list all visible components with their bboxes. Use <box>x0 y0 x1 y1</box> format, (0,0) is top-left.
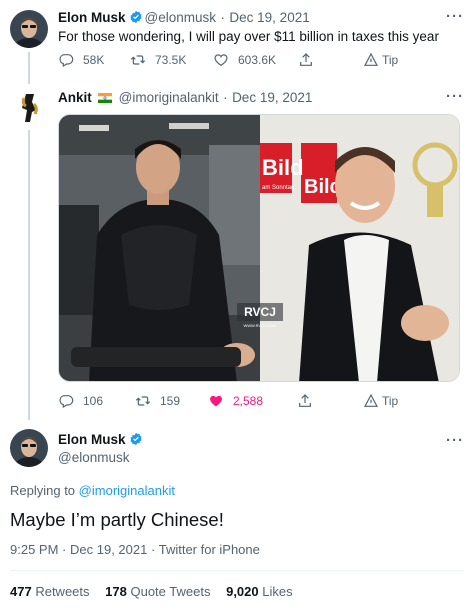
like-count: 603.6K <box>238 53 277 67</box>
retweet-button[interactable]: 73.5K <box>130 52 186 68</box>
focused-tweet-meta: 9:25 PM · Dec 19, 2021 · Twitter for iPh… <box>10 542 260 557</box>
bild-sign-subtext: am Sonntag <box>262 185 294 191</box>
share-icon <box>300 53 312 66</box>
reply-button[interactable]: 106 <box>58 393 103 409</box>
separator-dot: · <box>62 542 67 557</box>
heart-filled-icon <box>210 395 222 407</box>
tweet-2-handle[interactable]: @imoriginalankit <box>119 90 219 105</box>
tweet-time[interactable]: 9:25 PM <box>10 542 58 557</box>
retweets-stat[interactable]: 477 Retweets <box>10 584 90 599</box>
likes-label: Likes <box>262 584 293 599</box>
reply-button[interactable]: 58K <box>58 52 104 68</box>
heart-icon <box>214 54 228 67</box>
tweet-2-header: Ankit @imoriginalankit · Dec 19, 2021 <box>58 89 312 107</box>
divider <box>10 570 464 571</box>
reply-icon <box>59 395 74 409</box>
focused-tweet-name-row: Elon Musk <box>58 431 145 449</box>
tip-label: Tip <box>382 53 399 67</box>
tip-label: Tip <box>382 394 399 408</box>
tweet-source[interactable]: Twitter for iPhone <box>159 542 260 557</box>
retweet-button[interactable]: 159 <box>135 393 180 409</box>
tweet-2-actions: 106 159 2,588 Tip <box>58 393 458 413</box>
quote-tweets-stat[interactable]: 178 Quote Tweets <box>105 584 210 599</box>
focused-tweet-author-name[interactable]: Elon Musk <box>58 432 126 447</box>
elon-avatar[interactable] <box>10 429 48 467</box>
more-options-icon[interactable]: ··· <box>446 89 464 104</box>
bild-sign-text: Bild <box>262 155 304 180</box>
verified-badge-icon <box>129 10 143 24</box>
share-button[interactable] <box>297 393 322 409</box>
thread-connector <box>28 52 30 84</box>
reply-count: 106 <box>83 394 104 408</box>
more-options-icon[interactable]: ··· <box>446 9 464 24</box>
tweet-1-text: For those wondering, I will pay over $11… <box>58 29 439 44</box>
tweet-1-header: Elon Musk @elonmusk · Dec 19, 2021 <box>58 9 310 27</box>
quote-tweets-count: 178 <box>105 584 127 599</box>
retweets-count: 477 <box>10 584 32 599</box>
thread-connector <box>28 130 30 420</box>
tweet-2-date[interactable]: Dec 19, 2021 <box>232 90 312 105</box>
verified-badge-icon <box>129 432 143 446</box>
tip-icon <box>364 393 378 407</box>
tip-button[interactable]: Tip <box>363 393 398 409</box>
retweets-label: Retweets <box>35 584 90 599</box>
tweet-1-handle[interactable]: @elonmusk <box>145 10 216 25</box>
retweet-icon <box>135 396 151 406</box>
reply-icon <box>59 54 74 68</box>
separator-dot: · <box>223 90 228 105</box>
focused-tweet-handle[interactable]: @elonmusk <box>58 450 129 465</box>
likes-stat[interactable]: 9,020 Likes <box>226 584 293 599</box>
tip-icon <box>364 52 378 66</box>
media-watermark-subtext: WWW.RVCJ.COM <box>243 323 276 328</box>
retweet-icon <box>130 55 146 65</box>
retweet-count: 159 <box>160 394 181 408</box>
likes-count: 9,020 <box>226 584 259 599</box>
tweet-2-author-name[interactable]: Ankit <box>58 90 92 105</box>
share-icon <box>299 394 311 407</box>
tweet-1-author-name[interactable]: Elon Musk <box>58 10 126 25</box>
india-flag-icon <box>98 90 113 103</box>
elon-avatar[interactable] <box>10 10 48 48</box>
reply-count: 58K <box>83 53 105 67</box>
engagement-stats: 477 Retweets 178 Quote Tweets 9,020 Like… <box>10 584 293 599</box>
tip-button[interactable]: Tip <box>363 52 398 68</box>
replying-to-line: Replying to @imoriginalankit <box>10 483 175 498</box>
quote-tweets-label: Quote Tweets <box>130 584 211 599</box>
like-count: 2,588 <box>233 394 264 408</box>
retweet-count: 73.5K <box>155 53 187 67</box>
tweet-date[interactable]: Dec 19, 2021 <box>70 542 147 557</box>
ankit-avatar[interactable] <box>10 88 48 126</box>
tweet-2-media-image[interactable]: Bild Bild am Sonntag RVCJ WWW.RVCJ.COM <box>58 114 460 382</box>
separator-dot: · <box>220 10 225 25</box>
media-watermark-text: RVCJ <box>244 305 276 319</box>
replying-to-link[interactable]: @imoriginalankit <box>79 483 175 498</box>
separator-dot: · <box>150 542 156 557</box>
share-button[interactable] <box>298 52 323 68</box>
like-button[interactable]: 2,588 <box>208 393 263 409</box>
tweet-1-actions: 58K 73.5K 603.6K Tip <box>58 52 458 72</box>
like-button[interactable]: 603.6K <box>213 52 276 68</box>
replying-to-label: Replying to <box>10 483 76 498</box>
more-options-icon[interactable]: ··· <box>446 433 464 448</box>
tweet-1-date[interactable]: Dec 19, 2021 <box>229 10 309 25</box>
focused-tweet-text: Maybe I’m partly Chinese! <box>10 509 224 530</box>
